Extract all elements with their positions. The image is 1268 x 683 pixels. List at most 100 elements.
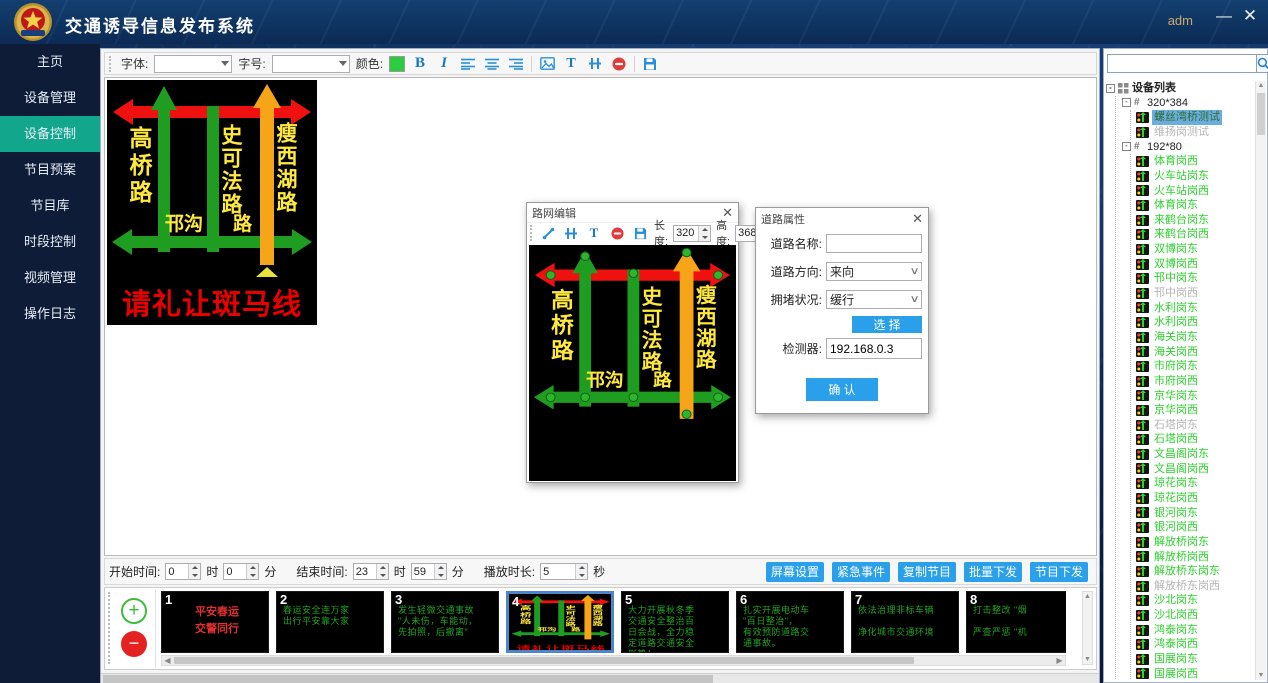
road-network-icon[interactable] <box>562 224 580 242</box>
text-tool-icon[interactable]: T <box>585 224 603 242</box>
length-input[interactable] <box>673 225 711 242</box>
device-item[interactable]: 京华岗东 <box>1136 388 1254 403</box>
end-minute-input[interactable] <box>411 563 447 580</box>
dialog-titlebar[interactable]: 道路属性 ✕ <box>756 208 928 230</box>
device-search-input[interactable] <box>1107 54 1257 73</box>
color-swatch[interactable] <box>389 56 405 72</box>
action-button-复制节目[interactable]: 复制节目 <box>898 562 956 582</box>
road-network-diagram[interactable]: 高桥路 史可法路 瘦西湖路 邗沟 路 请礼让斑马线 <box>529 245 736 481</box>
device-item[interactable]: 火车站岗东 <box>1136 169 1254 184</box>
program-thumbnail[interactable]: 4 高桥路 史可法路 瘦西湖路 邗沟 <box>506 591 614 653</box>
font-size-select[interactable] <box>272 55 350 73</box>
device-item[interactable]: 沙北岗东 <box>1136 593 1254 608</box>
add-program-button[interactable]: + <box>121 598 147 624</box>
program-thumbnail[interactable]: 3 发生轻微交通事故"人未伤，车能动，先拍照，后撤离" <box>391 591 499 653</box>
dialog-titlebar[interactable]: 路网编辑 ✕ <box>527 203 738 222</box>
delete-icon[interactable] <box>610 55 628 73</box>
device-item[interactable]: 解放桥岗西 <box>1136 550 1254 565</box>
align-center-icon[interactable] <box>483 55 501 73</box>
tree-root-row[interactable]: - 设备列表 <box>1106 81 1254 96</box>
sidebar-item-主页[interactable]: 主页 <box>0 44 100 80</box>
font-select[interactable] <box>154 55 232 73</box>
scrollbar-thumb[interactable] <box>103 675 713 683</box>
action-button-批量下发[interactable]: 批量下发 <box>964 562 1022 582</box>
sidebar-item-节目库[interactable]: 节目库 <box>0 188 100 224</box>
collapse-icon[interactable]: - <box>1122 98 1131 107</box>
device-item[interactable]: 邗中岗东 <box>1136 271 1254 286</box>
device-item[interactable]: 石塔岗东 <box>1136 418 1254 433</box>
save-icon[interactable] <box>631 224 649 242</box>
road-name-input[interactable] <box>826 234 922 253</box>
text-tool-icon[interactable]: T <box>562 55 580 73</box>
select-button[interactable]: 选 择 <box>852 316 922 333</box>
device-item[interactable]: 银河岗东 <box>1136 506 1254 521</box>
device-item[interactable]: 市府岗西 <box>1136 374 1254 389</box>
road-network-icon[interactable] <box>586 55 604 73</box>
device-item[interactable]: 石塔岗西 <box>1136 432 1254 447</box>
action-button-屏幕设置[interactable]: 屏幕设置 <box>766 562 824 582</box>
save-icon[interactable] <box>641 55 659 73</box>
congestion-select[interactable]: 缓行∨ <box>826 290 922 309</box>
device-item[interactable]: 邗中岗西 <box>1136 286 1254 301</box>
device-item[interactable]: 京华岗西 <box>1136 403 1254 418</box>
edit-canvas[interactable]: 高桥路 史可法路 瘦西湖路 邗沟 路 请礼让斑马线 路网编辑 ✕ T 长度: <box>104 77 1097 556</box>
image-icon[interactable] <box>538 55 556 73</box>
bold-button[interactable]: B <box>411 55 429 73</box>
program-thumbnail[interactable]: 1 平安春运交警同行 <box>161 591 269 653</box>
tree-scrollbar[interactable]: ▲ ▼ <box>1255 81 1266 680</box>
action-button-节目下发[interactable]: 节目下发 <box>1030 562 1088 582</box>
start-hour-input[interactable] <box>165 563 201 580</box>
program-thumbnail[interactable]: 5 大力开展秋冬季交通安全整治百日会战，全力稳定道路交通安全形势！ <box>621 591 729 653</box>
confirm-button[interactable]: 确 认 <box>806 378 878 401</box>
device-item[interactable]: 螺丝湾桥测试 <box>1136 110 1254 125</box>
device-item[interactable]: 体育岗东 <box>1136 198 1254 213</box>
scroll-down-icon[interactable]: ▼ <box>1083 656 1092 663</box>
device-item[interactable]: 鸿泰岗东 <box>1136 623 1254 638</box>
device-item[interactable]: 解放桥东岗西 <box>1136 579 1254 594</box>
action-button-紧急事件[interactable]: 紧急事件 <box>832 562 890 582</box>
close-icon[interactable]: ✕ <box>1240 6 1260 26</box>
scroll-left-icon[interactable]: ◀ <box>162 656 173 665</box>
username[interactable]: adm <box>1168 13 1193 28</box>
close-icon[interactable]: ✕ <box>912 211 923 227</box>
scrollbar-thumb[interactable] <box>174 657 914 664</box>
sidebar-item-节目预案[interactable]: 节目预案 <box>0 152 100 188</box>
device-item[interactable]: 双博岗东 <box>1136 242 1254 257</box>
road-direction-select[interactable]: 来向∨ <box>826 262 922 281</box>
minimize-icon[interactable]: — <box>1214 8 1234 26</box>
device-item[interactable]: 海关岗西 <box>1136 345 1254 360</box>
device-item[interactable]: 解放桥东岗东 <box>1136 564 1254 579</box>
device-item[interactable]: 水利岗西 <box>1136 315 1254 330</box>
detector-input[interactable] <box>826 338 922 359</box>
program-thumbnail[interactable]: 8 打击整改 "烟 严查严惩 "机 <box>966 591 1066 653</box>
program-thumbnail[interactable]: 2 春运安全连万家出行平安靠大家 <box>276 591 384 653</box>
scroll-down-icon[interactable]: ▼ <box>1256 672 1266 679</box>
remove-program-button[interactable]: − <box>121 631 147 657</box>
road-edit-canvas[interactable]: 高桥路 史可法路 瘦西湖路 邗沟 路 请礼让斑马线 <box>529 245 736 481</box>
device-item[interactable]: 维扬岗测试 <box>1136 125 1254 140</box>
toolbar-grip[interactable] <box>109 56 113 72</box>
end-hour-input[interactable] <box>353 563 389 580</box>
search-button[interactable] <box>1257 54 1268 73</box>
device-item[interactable]: 文昌阁岗东 <box>1136 447 1254 462</box>
sidebar-item-操作日志[interactable]: 操作日志 <box>0 296 100 332</box>
program-thumbnail[interactable]: 6 扎实开展电动车"百日整治"，有效预防道路交通事故。 <box>736 591 844 653</box>
thumbnail-vscrollbar[interactable]: ▲ ▼ <box>1082 591 1093 665</box>
device-item[interactable]: 鸿泰岗西 <box>1136 637 1254 652</box>
collapse-icon[interactable]: - <box>1106 84 1115 93</box>
device-item[interactable]: 文昌阁岗西 <box>1136 462 1254 477</box>
scroll-up-icon[interactable]: ▲ <box>1083 593 1092 600</box>
start-minute-input[interactable] <box>223 563 259 580</box>
tree-group-row[interactable]: - # 320*384 <box>1122 96 1254 111</box>
toolbar-grip[interactable] <box>530 225 532 241</box>
device-item[interactable]: 来鹤台岗东 <box>1136 213 1254 228</box>
collapse-icon[interactable]: - <box>1122 142 1131 151</box>
device-item[interactable]: 国展岗西 <box>1136 667 1254 680</box>
device-item[interactable]: 来鹤台岗西 <box>1136 227 1254 242</box>
device-item[interactable]: 解放桥岗东 <box>1136 535 1254 550</box>
duration-input[interactable] <box>540 563 588 580</box>
delete-icon[interactable] <box>608 224 626 242</box>
device-item[interactable]: 体育岗西 <box>1136 154 1254 169</box>
device-item[interactable]: 海关岗东 <box>1136 330 1254 345</box>
align-right-icon[interactable] <box>507 55 525 73</box>
